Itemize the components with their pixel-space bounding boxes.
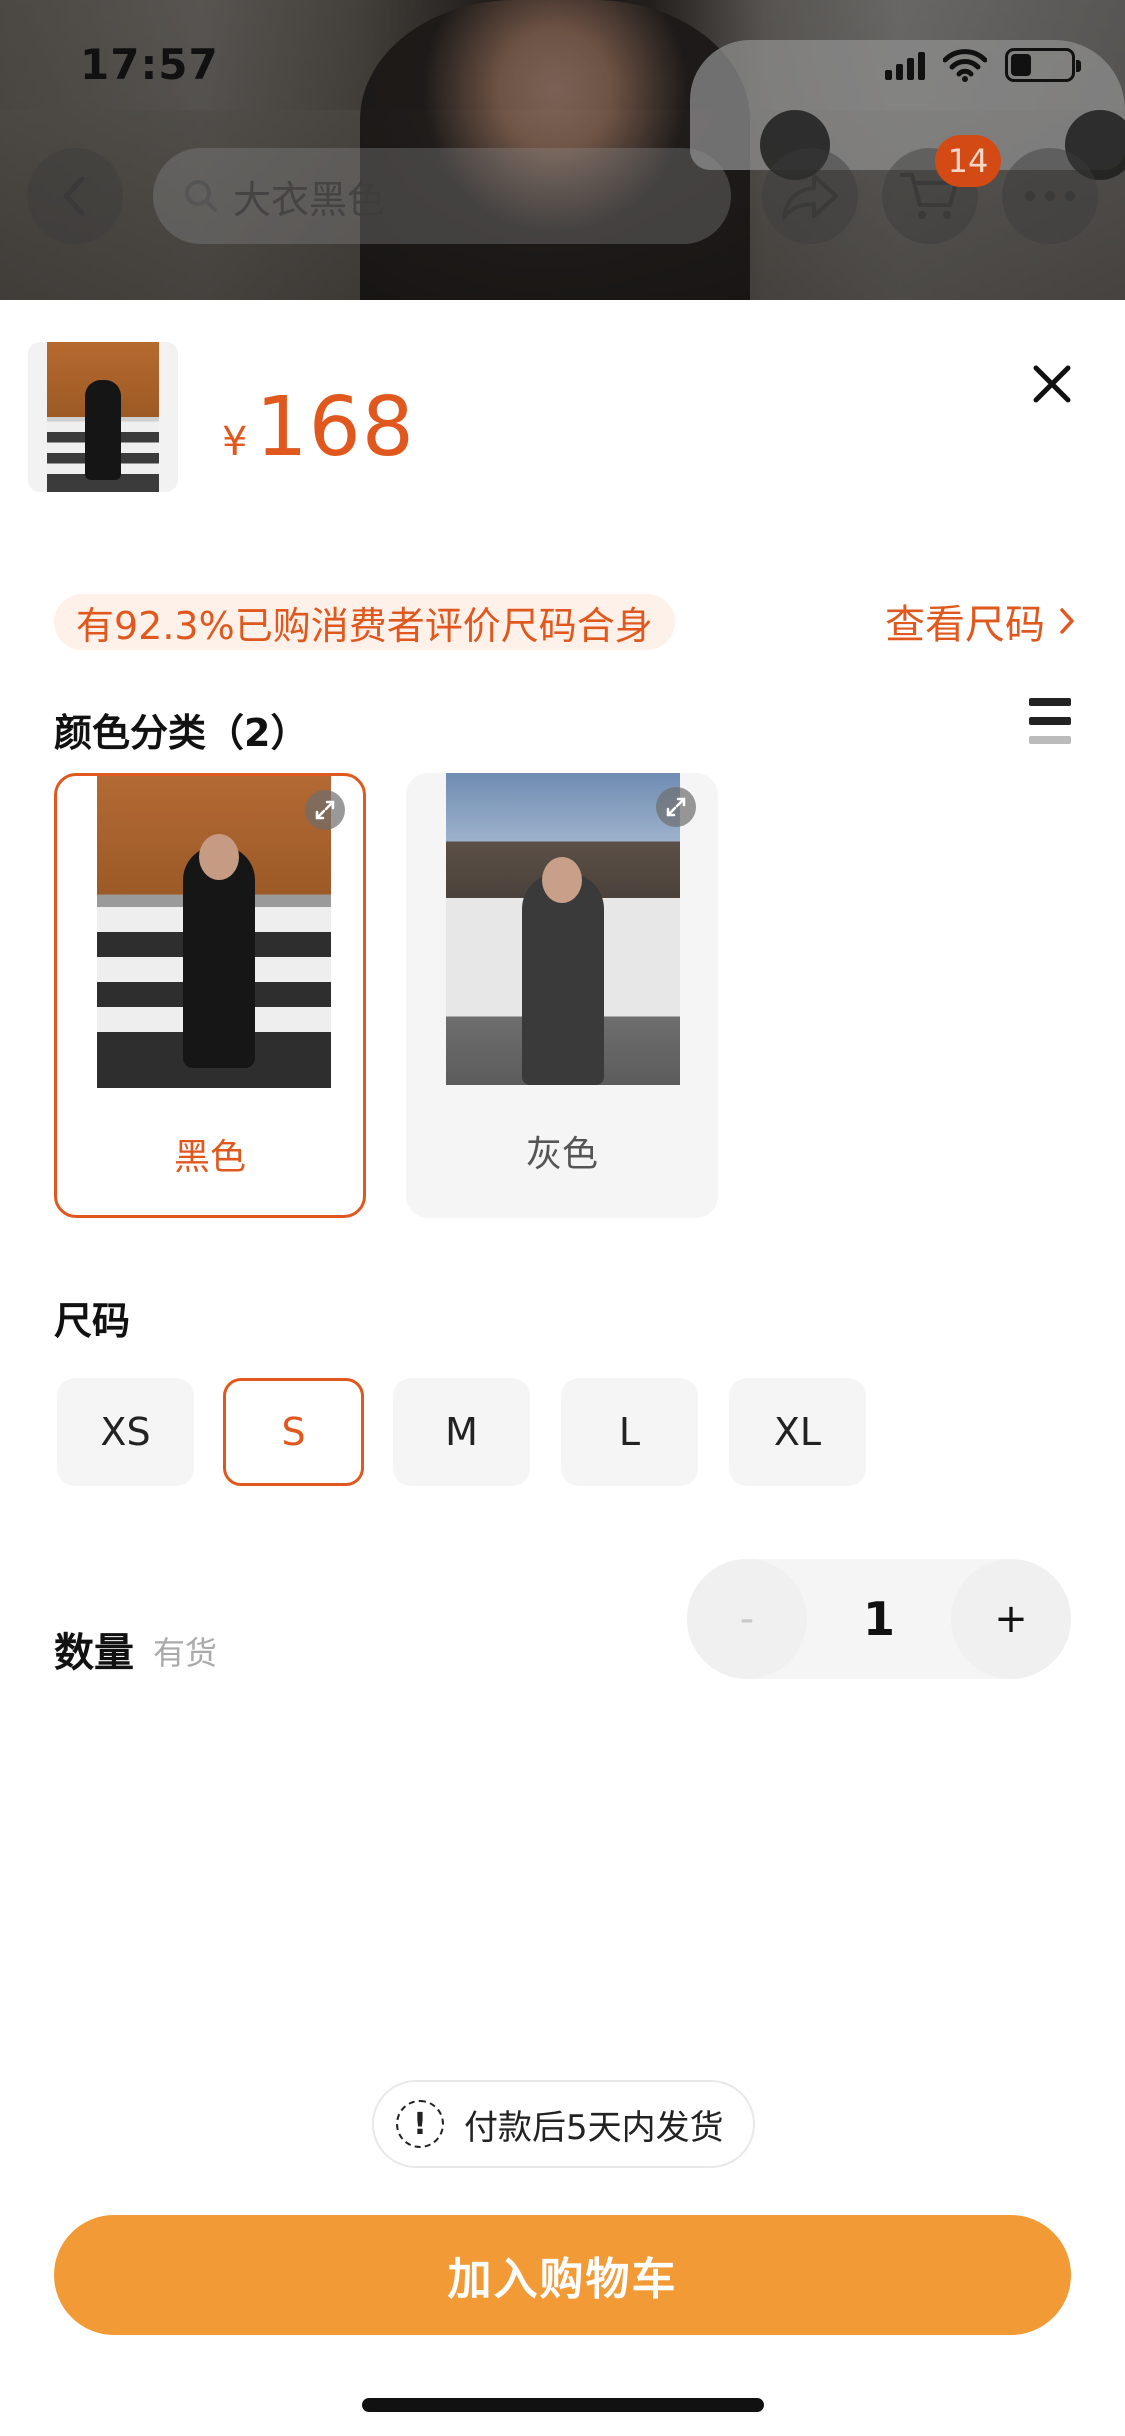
close-icon[interactable] xyxy=(1030,362,1074,406)
selected-sku-thumbnail[interactable] xyxy=(28,342,178,492)
price: ¥ 168 xyxy=(222,380,415,475)
stock-status: 有货 xyxy=(153,1634,218,1672)
color-option-label: 灰色 xyxy=(525,1134,598,1175)
color-option-image xyxy=(97,776,331,1088)
list-view-icon[interactable] xyxy=(1029,698,1071,744)
expand-icon[interactable] xyxy=(305,790,345,830)
size-option-s[interactable]: S xyxy=(223,1378,364,1486)
quantity-label: 数量 xyxy=(54,1630,134,1676)
exclamation-icon: ! xyxy=(396,2100,444,2148)
back-arrow-icon xyxy=(63,176,85,216)
quantity-stepper: - 1 + xyxy=(687,1559,1071,1679)
sku-selector-screen: 17:57 大衣黑色 14 ¥ 168 有92.3%已购消费者评价尺码合身 查看… xyxy=(0,0,1125,2436)
currency-symbol: ¥ xyxy=(222,419,248,465)
size-option-xs[interactable]: XS xyxy=(57,1378,194,1486)
search-placeholder: 大衣黑色 xyxy=(233,177,386,222)
share-icon xyxy=(782,174,838,220)
share-button[interactable] xyxy=(762,148,858,244)
back-button[interactable] xyxy=(27,148,123,244)
color-option-image xyxy=(446,773,680,1085)
cart-count-badge: 14 xyxy=(935,135,1001,187)
more-icon xyxy=(1025,191,1075,201)
decrease-quantity-button[interactable]: - xyxy=(687,1559,807,1679)
shipping-note: ! 付款后5天内发货 xyxy=(372,2080,755,2168)
battery-icon xyxy=(1005,48,1081,82)
size-option-m[interactable]: M xyxy=(393,1378,530,1486)
product-page-backdrop[interactable]: 17:57 大衣黑色 14 xyxy=(0,0,1125,300)
size-chart-link[interactable]: 查看尺码 xyxy=(885,592,1075,650)
price-value: 168 xyxy=(255,380,415,475)
status-time: 17:57 xyxy=(80,40,219,89)
more-button[interactable] xyxy=(1002,148,1098,244)
shipping-note-text: 付款后5天内发货 xyxy=(464,2107,724,2148)
cellular-signal-icon xyxy=(885,50,925,80)
search-icon xyxy=(185,180,217,212)
size-section-title: 尺码 xyxy=(54,1299,131,1343)
add-to-cart-button[interactable]: 加入购物车 xyxy=(54,2215,1071,2335)
size-fit-tag: 有92.3%已购消费者评价尺码合身 xyxy=(54,594,675,650)
home-indicator[interactable] xyxy=(362,2398,764,2412)
size-option-l[interactable]: L xyxy=(561,1378,698,1486)
expand-icon[interactable] xyxy=(656,787,696,827)
color-option-gray[interactable]: 灰色 xyxy=(406,773,718,1218)
status-icons xyxy=(885,48,1081,82)
chevron-right-icon xyxy=(1060,608,1074,634)
sku-bottom-sheet: ¥ 168 有92.3%已购消费者评价尺码合身 查看尺码 颜色分类（2） 黑色 xyxy=(0,300,1125,2436)
increase-quantity-button[interactable]: + xyxy=(951,1559,1071,1679)
search-bar[interactable]: 大衣黑色 xyxy=(153,148,731,244)
color-option-black[interactable]: 黑色 xyxy=(54,773,366,1218)
quantity-value[interactable]: 1 xyxy=(807,1559,951,1679)
wifi-icon xyxy=(943,49,987,82)
color-option-label: 黑色 xyxy=(173,1137,246,1178)
size-option-xl[interactable]: XL xyxy=(729,1378,866,1486)
size-chart-label: 查看尺码 xyxy=(885,602,1045,648)
product-thumbnail-image xyxy=(47,342,159,492)
color-section-title: 颜色分类（2） xyxy=(54,711,309,755)
